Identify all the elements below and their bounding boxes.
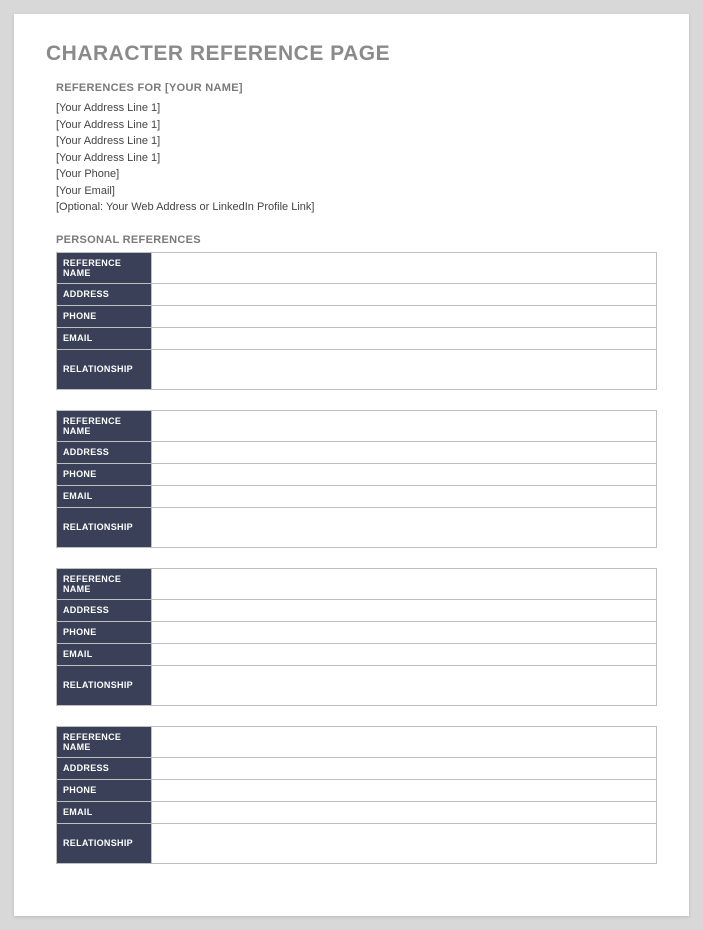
reference-name-label: REFERENCE NAME: [57, 410, 152, 441]
reference-name-label: REFERENCE NAME: [57, 726, 152, 757]
reference-phone-label: PHONE: [57, 779, 152, 801]
reference-table-2: REFERENCE NAME ADDRESS PHONE EMAIL RELAT…: [56, 410, 657, 548]
reference-address-label: ADDRESS: [57, 599, 152, 621]
reference-phone-label: PHONE: [57, 463, 152, 485]
reference-email-label: EMAIL: [57, 801, 152, 823]
reference-name-field[interactable]: [152, 568, 657, 599]
contact-address-3: [Your Address Line 1]: [56, 133, 657, 150]
references-for-heading: REFERENCES FOR [YOUR NAME]: [56, 82, 657, 94]
reference-phone-label: PHONE: [57, 305, 152, 327]
reference-email-field[interactable]: [152, 327, 657, 349]
reference-relationship-field[interactable]: [152, 665, 657, 705]
reference-address-field[interactable]: [152, 441, 657, 463]
references-container: REFERENCE NAME ADDRESS PHONE EMAIL RELAT…: [56, 252, 657, 864]
reference-relationship-label: RELATIONSHIP: [57, 823, 152, 863]
reference-relationship-label: RELATIONSHIP: [57, 349, 152, 389]
contact-address-1: [Your Address Line 1]: [56, 100, 657, 117]
page-title: CHARACTER REFERENCE PAGE: [46, 42, 657, 66]
contact-phone: [Your Phone]: [56, 166, 657, 183]
reference-phone-field[interactable]: [152, 779, 657, 801]
contact-email: [Your Email]: [56, 183, 657, 200]
contact-web: [Optional: Your Web Address or LinkedIn …: [56, 199, 657, 216]
reference-email-label: EMAIL: [57, 485, 152, 507]
reference-relationship-label: RELATIONSHIP: [57, 507, 152, 547]
reference-phone-field[interactable]: [152, 621, 657, 643]
reference-address-field[interactable]: [152, 757, 657, 779]
reference-address-label: ADDRESS: [57, 441, 152, 463]
reference-address-label: ADDRESS: [57, 283, 152, 305]
reference-phone-label: PHONE: [57, 621, 152, 643]
reference-address-field[interactable]: [152, 283, 657, 305]
reference-email-field[interactable]: [152, 801, 657, 823]
reference-email-field[interactable]: [152, 643, 657, 665]
reference-table-1: REFERENCE NAME ADDRESS PHONE EMAIL RELAT…: [56, 252, 657, 390]
reference-table-4: REFERENCE NAME ADDRESS PHONE EMAIL RELAT…: [56, 726, 657, 864]
reference-table-3: REFERENCE NAME ADDRESS PHONE EMAIL RELAT…: [56, 568, 657, 706]
document-page: CHARACTER REFERENCE PAGE REFERENCES FOR …: [14, 14, 689, 916]
reference-relationship-field[interactable]: [152, 507, 657, 547]
personal-references-heading: PERSONAL REFERENCES: [56, 234, 657, 246]
reference-email-label: EMAIL: [57, 643, 152, 665]
reference-relationship-field[interactable]: [152, 823, 657, 863]
reference-address-label: ADDRESS: [57, 757, 152, 779]
reference-name-field[interactable]: [152, 410, 657, 441]
reference-phone-field[interactable]: [152, 305, 657, 327]
reference-name-field[interactable]: [152, 252, 657, 283]
reference-email-field[interactable]: [152, 485, 657, 507]
reference-name-label: REFERENCE NAME: [57, 568, 152, 599]
contact-address-4: [Your Address Line 1]: [56, 150, 657, 167]
reference-name-field[interactable]: [152, 726, 657, 757]
reference-email-label: EMAIL: [57, 327, 152, 349]
reference-relationship-label: RELATIONSHIP: [57, 665, 152, 705]
reference-phone-field[interactable]: [152, 463, 657, 485]
reference-relationship-field[interactable]: [152, 349, 657, 389]
reference-address-field[interactable]: [152, 599, 657, 621]
reference-name-label: REFERENCE NAME: [57, 252, 152, 283]
contact-info-block: [Your Address Line 1] [Your Address Line…: [56, 100, 657, 216]
contact-address-2: [Your Address Line 1]: [56, 117, 657, 134]
